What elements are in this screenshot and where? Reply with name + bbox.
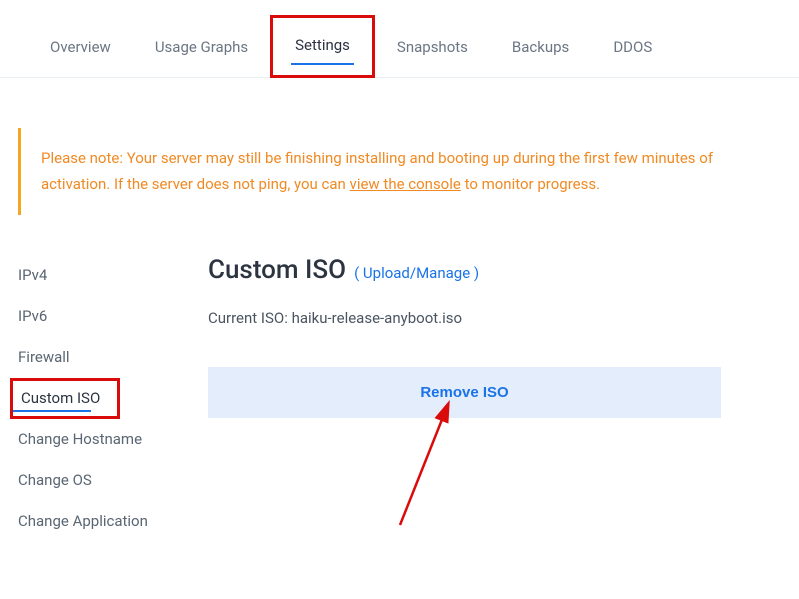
view-console-link[interactable]: view the console — [350, 175, 461, 193]
remove-iso-button[interactable]: Remove ISO — [208, 367, 721, 418]
alert-text-3: to monitor progress. — [461, 175, 600, 193]
current-iso-value: haiku-release-anyboot.iso — [292, 309, 462, 327]
alert-text-2: If the server does not ping, you can — [114, 175, 350, 193]
page-title: Custom ISO — [208, 255, 346, 285]
current-iso-label: Current ISO: — [208, 309, 292, 327]
tab-overview[interactable]: Overview — [28, 40, 133, 77]
sidebar-item-firewall[interactable]: Firewall — [18, 337, 178, 378]
top-tabs: Overview Usage Graphs Settings Snapshots… — [0, 0, 799, 78]
sidebar-item-change-application[interactable]: Change Application — [18, 501, 178, 542]
sidebar-item-ipv6[interactable]: IPv6 — [18, 296, 178, 337]
upload-manage-link[interactable]: ( Upload/Manage ) — [354, 264, 479, 282]
sidebar-item-ipv4[interactable]: IPv4 — [18, 255, 178, 296]
tab-settings[interactable]: Settings — [270, 15, 375, 78]
alert-banner: Please note: Your server may still be fi… — [18, 128, 781, 215]
current-iso-row: Current ISO: haiku-release-anyboot.iso — [208, 309, 721, 327]
main-panel: Custom ISO ( Upload/Manage ) Current ISO… — [208, 255, 781, 542]
sidebar-item-custom-iso[interactable]: Custom ISO — [10, 378, 120, 419]
settings-sidebar: IPv4 IPv6 Firewall Custom ISO Change Hos… — [18, 255, 178, 542]
sidebar-item-change-os[interactable]: Change OS — [18, 460, 178, 501]
sidebar-item-change-hostname[interactable]: Change Hostname — [18, 419, 178, 460]
tab-ddos[interactable]: DDOS — [591, 40, 674, 77]
tab-snapshots[interactable]: Snapshots — [375, 40, 490, 77]
tab-usage-graphs[interactable]: Usage Graphs — [133, 40, 270, 77]
tab-backups[interactable]: Backups — [490, 40, 591, 77]
